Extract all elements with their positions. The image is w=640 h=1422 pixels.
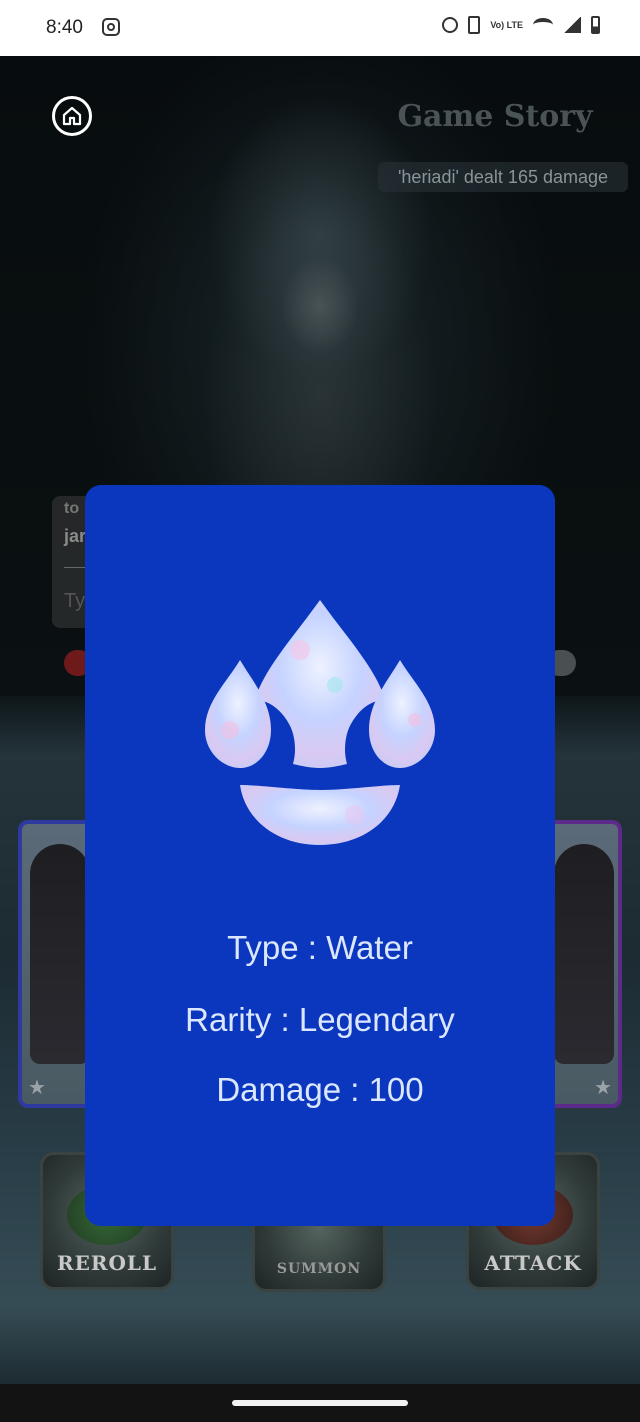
vibrate-icon bbox=[468, 16, 481, 34]
signal-icon bbox=[563, 17, 581, 33]
star-icon: ★ bbox=[594, 1077, 612, 1099]
card-character-art bbox=[30, 844, 90, 1064]
volte-icon: Vo) LTE bbox=[490, 19, 523, 30]
water-drops-icon bbox=[205, 600, 435, 845]
status-time: 8:40 bbox=[46, 17, 83, 38]
card-detail-modal[interactable]: Type : Water Rarity : Legendary Damage :… bbox=[85, 485, 555, 1226]
card-character-art bbox=[554, 844, 614, 1064]
navigation-bar bbox=[0, 1384, 640, 1422]
card-damage-text: Damage : 100 bbox=[216, 1071, 424, 1108]
alarm-icon bbox=[442, 17, 459, 33]
home-icon bbox=[62, 106, 82, 126]
chat-input[interactable]: Ty bbox=[64, 590, 85, 613]
story-title: Game Story bbox=[397, 99, 593, 134]
star-icon: ★ bbox=[28, 1077, 46, 1099]
summon-label: SUMMON bbox=[276, 1261, 362, 1277]
reroll-label: REROLL bbox=[56, 1251, 158, 1275]
wifi-icon bbox=[533, 18, 553, 32]
chat-message: to bbox=[64, 500, 80, 517]
card-type-text: Type : Water bbox=[227, 929, 413, 966]
battery-icon bbox=[591, 16, 600, 34]
card-rarity-text: Rarity : Legendary bbox=[185, 1001, 455, 1038]
status-bar: 8:40 Vo) LTE bbox=[0, 0, 640, 56]
status-icons: Vo) LTE bbox=[442, 16, 600, 34]
home-button[interactable] bbox=[52, 96, 92, 136]
story-log-entry: 'heriadi' dealt 165 damage bbox=[378, 162, 628, 192]
instagram-icon bbox=[102, 18, 120, 36]
chat-message: jar bbox=[64, 526, 87, 546]
home-gesture-handle[interactable] bbox=[232, 1400, 408, 1406]
attack-label: ATTACK bbox=[484, 1251, 582, 1275]
